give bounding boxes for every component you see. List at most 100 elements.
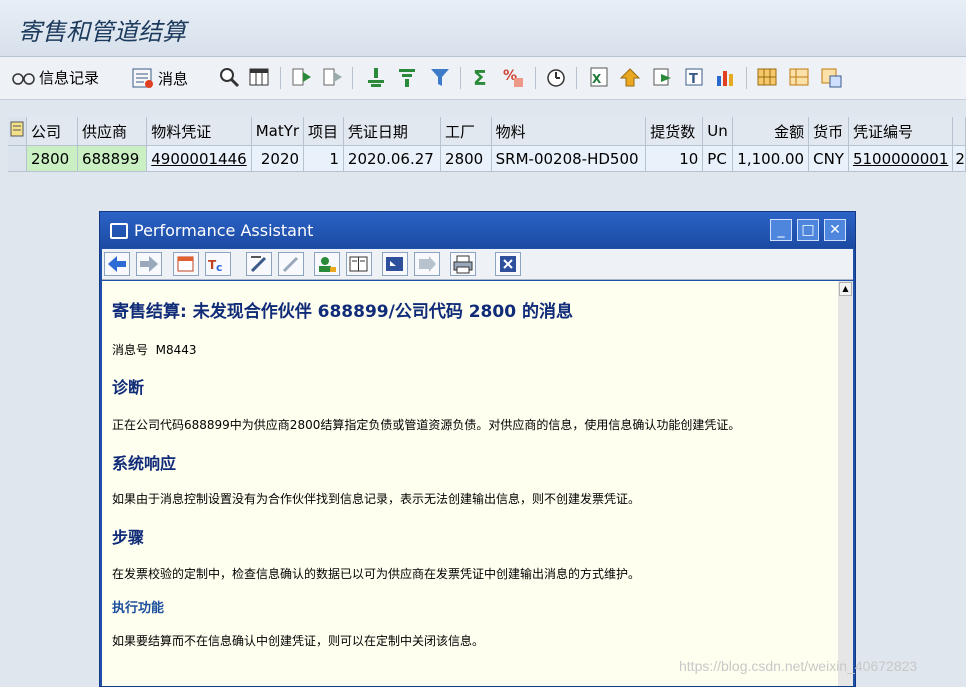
print-preview-icon[interactable] xyxy=(545,66,567,88)
window-menu-icon[interactable] xyxy=(110,223,128,239)
diagnosis-title: 诊断 xyxy=(112,378,145,397)
toolbar-separator xyxy=(460,67,461,89)
filter-icon[interactable] xyxy=(429,66,451,88)
exit-icon[interactable] xyxy=(495,252,521,276)
toolbar-separator xyxy=(746,67,747,89)
glasses-icon xyxy=(12,72,35,85)
subtotal-icon[interactable]: % xyxy=(502,66,524,88)
dialog-toolbar: Tc xyxy=(102,249,853,280)
cell-currency[interactable]: CNY xyxy=(808,145,849,172)
minimize-button[interactable]: _ xyxy=(770,219,792,241)
change-layout-icon[interactable] xyxy=(756,66,778,88)
sort-ascending-icon[interactable] xyxy=(365,66,387,88)
message-number: 消息号 M8443 xyxy=(112,341,197,358)
toolbar-separator xyxy=(352,67,353,89)
back-icon[interactable] xyxy=(104,252,130,276)
graphic-icon[interactable] xyxy=(714,66,736,88)
settlement-grid: 公司 供应商 物料凭证 MatYr 项目 凭证日期 工厂 物料 提货数 Un 金… xyxy=(8,117,966,172)
application-toolbar: 信息记录 消息 Σ % X T xyxy=(0,57,966,100)
svg-text:X: X xyxy=(592,72,602,86)
screen-title: 寄售和管道结算 xyxy=(18,18,186,46)
message-number-label: 消息号 xyxy=(112,343,149,357)
system-response-title: 系统响应 xyxy=(112,454,177,473)
save-layout-icon[interactable] xyxy=(619,66,641,88)
maximize-button[interactable]: □ xyxy=(797,219,819,241)
watermark: https://blog.csdn.net/weixin_40672823 xyxy=(679,658,918,674)
col-header-item[interactable]: 项目 xyxy=(303,117,344,146)
info-record-button[interactable]: 信息记录 xyxy=(12,67,99,88)
procedure-text: 在发票校验的定制中，检查信息确认的数据已以可为供应商在发票凭证中创建输出消息的方… xyxy=(112,567,641,581)
table-row[interactable]: 2800 688899 4900001446 2020 1 2020.06.27… xyxy=(8,145,966,172)
cell-company[interactable]: 2800 xyxy=(26,145,79,172)
scroll-up-arrow-icon[interactable]: ▲ xyxy=(839,282,852,296)
word-processing-icon[interactable]: T xyxy=(683,66,705,88)
forward-icon[interactable] xyxy=(136,252,162,276)
col-header-amount[interactable]: 金额 xyxy=(732,117,810,146)
help-content: 寄售结算: 未发现合作伙伴 688899/公司代码 2800 的消息 消息号 M… xyxy=(102,281,838,686)
choose-layout-icon[interactable] xyxy=(788,66,810,88)
edit-disabled-icon[interactable] xyxy=(278,252,304,276)
user-settings-icon[interactable] xyxy=(314,252,340,276)
procedure-title: 步骤 xyxy=(112,528,145,547)
message-number-value: M8443 xyxy=(155,343,197,357)
vertical-scrollbar[interactable]: ▲ xyxy=(838,281,853,686)
col-header-overflow xyxy=(952,117,966,146)
execute-function-text: 如果要结算而不在信息确认中创建凭证，则可以在定制中关闭该信息。 xyxy=(112,634,485,648)
cell-unit[interactable]: PC xyxy=(702,145,733,172)
help-heading: 寄售结算: 未发现合作伙伴 688899/公司代码 2800 的消息 xyxy=(112,302,573,322)
close-button[interactable]: ✕ xyxy=(824,219,846,241)
message-list-icon xyxy=(132,68,153,88)
system-response-text: 如果由于消息控制设置没有为合作伙伴找到信息记录，表示无法创建输出信息，则不创建发… xyxy=(112,492,641,506)
diagnosis-text: 正在公司代码688899中为供应商2800结算指定负债或管道资源负债。对供应商的… xyxy=(112,418,741,432)
detail-search-icon[interactable] xyxy=(218,66,240,88)
select-all-cell[interactable] xyxy=(8,117,27,146)
print-icon[interactable] xyxy=(450,252,476,276)
screen-title-bar: 寄售和管道结算 xyxy=(0,0,966,57)
execute-function-link[interactable]: 执行功能 xyxy=(112,597,164,616)
sum-icon[interactable]: Σ xyxy=(470,66,492,88)
col-header-material[interactable]: 物料 xyxy=(491,117,647,146)
select-all-icon xyxy=(10,121,24,137)
toolbar-separator xyxy=(280,67,281,89)
col-header-doc-date[interactable]: 凭证日期 xyxy=(343,117,442,146)
col-header-mat-yr[interactable]: MatYr xyxy=(251,117,305,146)
cell-material[interactable]: SRM-00208-HD500 xyxy=(491,145,647,172)
technical-info-icon[interactable] xyxy=(173,252,199,276)
sort-descending-icon[interactable] xyxy=(396,66,418,88)
cell-plant[interactable]: 2800 xyxy=(440,145,492,172)
col-header-quantity[interactable]: 提货数 xyxy=(645,117,704,146)
cell-overflow: 2 xyxy=(952,145,966,172)
col-header-vendor[interactable]: 供应商 xyxy=(77,117,148,146)
layout-icon[interactable] xyxy=(248,66,270,88)
row-selector[interactable] xyxy=(8,145,27,172)
manage-layout-icon[interactable] xyxy=(820,66,842,88)
col-header-plant[interactable]: 工厂 xyxy=(440,117,492,146)
deselect-column-icon[interactable] xyxy=(322,66,344,88)
cell-mat-yr[interactable]: 2020 xyxy=(251,145,305,172)
send-icon[interactable] xyxy=(651,66,673,88)
cell-item[interactable]: 1 xyxy=(303,145,344,172)
cell-doc-date[interactable]: 2020.06.27 xyxy=(343,145,442,172)
edit-icon[interactable] xyxy=(246,252,272,276)
col-header-doc-number[interactable]: 凭证编号 xyxy=(848,117,954,146)
info-record-label: 信息记录 xyxy=(39,69,100,87)
select-column-icon[interactable] xyxy=(291,66,313,88)
messages-button[interactable]: 消息 xyxy=(131,67,188,89)
dialog-title-bar[interactable]: Performance Assistant _ □ ✕ xyxy=(100,212,855,248)
cell-vendor[interactable]: 688899 xyxy=(77,145,148,172)
export-spreadsheet-icon[interactable]: X xyxy=(587,66,609,88)
cell-doc-number-link[interactable]: 5100000001 xyxy=(848,145,954,172)
cell-material-doc-link[interactable]: 4900001446 xyxy=(146,145,252,172)
glossary-icon[interactable] xyxy=(382,252,408,276)
col-header-company[interactable]: 公司 xyxy=(26,117,79,146)
col-header-material-doc[interactable]: 物料凭证 xyxy=(146,117,252,146)
book-icon[interactable] xyxy=(346,252,372,276)
col-header-currency[interactable]: 货币 xyxy=(808,117,849,146)
send-disabled-icon[interactable] xyxy=(414,252,440,276)
technical-help-icon[interactable]: Tc xyxy=(205,252,231,276)
grid-header-row: 公司 供应商 物料凭证 MatYr 项目 凭证日期 工厂 物料 提货数 Un 金… xyxy=(8,117,966,146)
cell-quantity[interactable]: 10 xyxy=(645,145,704,172)
col-header-unit[interactable]: Un xyxy=(702,117,733,146)
cell-amount[interactable]: 1,100.00 xyxy=(732,145,810,172)
svg-text:T: T xyxy=(689,72,698,87)
